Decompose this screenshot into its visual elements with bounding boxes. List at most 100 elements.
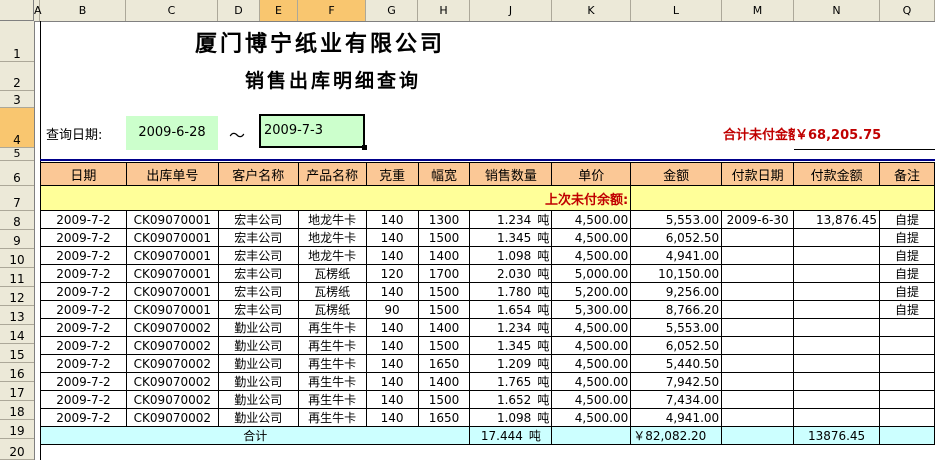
header-payment-date[interactable]: 付款日期 — [721, 162, 795, 186]
cell-amount[interactable]: 8,766.20 — [630, 300, 723, 319]
cell-unit-price[interactable]: 5,000.00 — [551, 264, 632, 283]
cell-note[interactable]: 自提 — [879, 264, 935, 283]
cell-date[interactable]: 2009-7-2 — [40, 408, 127, 427]
row-header-20[interactable]: 20 — [0, 439, 34, 460]
column-header-c[interactable]: C — [126, 0, 218, 21]
cell-date[interactable]: 2009-7-2 — [40, 282, 127, 301]
cell-quantity[interactable]: 1.765 吨 — [469, 372, 553, 391]
cell-payment-date[interactable] — [721, 408, 795, 427]
cell-payment-date[interactable] — [721, 228, 795, 247]
cell-note[interactable] — [879, 390, 935, 409]
row-header-8[interactable]: 8 — [0, 211, 34, 230]
cell-payment-amount[interactable] — [793, 228, 881, 247]
query-end-date-cell[interactable]: 2009-7-3 — [259, 114, 367, 150]
cell-payment-amount[interactable] — [793, 282, 881, 301]
cell-width[interactable]: 1500 — [417, 390, 471, 409]
cell-width[interactable]: 1650 — [417, 354, 471, 373]
cell-payment-date[interactable] — [721, 354, 795, 373]
row-header-17[interactable]: 17 — [0, 382, 34, 401]
cell-payment-date[interactable] — [721, 390, 795, 409]
header-amount[interactable]: 金额 — [630, 162, 723, 186]
cell-quantity[interactable]: 1.654 吨 — [469, 300, 553, 319]
cell-unit-price[interactable]: 4,500.00 — [551, 336, 632, 355]
cell-customer[interactable]: 勤业公司 — [217, 390, 299, 409]
cell-order-no[interactable]: CK09070001 — [125, 210, 219, 229]
cell-note[interactable]: 自提 — [879, 282, 935, 301]
cell-amount[interactable]: 10,150.00 — [630, 264, 723, 283]
row-header-9[interactable]: 9 — [0, 230, 34, 249]
previous-unpaid-value-cell[interactable] — [630, 185, 935, 211]
cell-order-no[interactable]: CK09070002 — [125, 408, 219, 427]
cell-order-no[interactable]: CK09070002 — [125, 390, 219, 409]
cell-unit-price[interactable]: 5,200.00 — [551, 282, 632, 301]
cell-unit-price[interactable]: 4,500.00 — [551, 246, 632, 265]
column-header-f[interactable]: F — [298, 0, 366, 21]
cell-payment-date[interactable] — [721, 372, 795, 391]
column-header-n[interactable]: N — [794, 0, 880, 21]
row-header-14[interactable]: 14 — [0, 325, 34, 344]
cell-payment-date[interactable] — [721, 282, 795, 301]
cell-unit-price[interactable]: 4,500.00 — [551, 390, 632, 409]
cell-note[interactable] — [879, 318, 935, 337]
header-order-no[interactable]: 出库单号 — [125, 162, 219, 186]
row-header-11[interactable]: 11 — [0, 268, 34, 287]
cell-order-no[interactable]: CK09070001 — [125, 246, 219, 265]
total-note-cell[interactable] — [879, 426, 935, 445]
cell-quantity[interactable]: 1.345 吨 — [469, 336, 553, 355]
cell-amount[interactable]: 6,052.50 — [630, 336, 723, 355]
cell-payment-date[interactable] — [721, 246, 795, 265]
total-payment-amount[interactable]: 13876.45 — [793, 426, 881, 445]
column-header-b[interactable]: B — [40, 0, 126, 21]
cell-customer[interactable]: 宏丰公司 — [217, 246, 299, 265]
cell-customer[interactable]: 宏丰公司 — [217, 282, 299, 301]
cell-gsm[interactable]: 140 — [365, 390, 419, 409]
cell-width[interactable]: 1700 — [417, 264, 471, 283]
cell-order-no[interactable]: CK09070001 — [125, 264, 219, 283]
row-header-19[interactable]: 19 — [0, 420, 34, 439]
row-header-7[interactable]: 7 — [0, 186, 34, 211]
cell-date[interactable]: 2009-7-2 — [40, 318, 127, 337]
header-gsm[interactable]: 克重 — [365, 162, 419, 186]
cell-unit-price[interactable]: 4,500.00 — [551, 354, 632, 373]
cell-date[interactable]: 2009-7-2 — [40, 228, 127, 247]
cell-note[interactable]: 自提 — [879, 228, 935, 247]
cell-gsm[interactable]: 140 — [365, 246, 419, 265]
cell-quantity[interactable]: 1.098 吨 — [469, 246, 553, 265]
cell-payment-amount[interactable] — [793, 318, 881, 337]
cell-date[interactable]: 2009-7-2 — [40, 390, 127, 409]
total-amount[interactable]: ￥82,082.20 — [630, 426, 723, 445]
row-header-16[interactable]: 16 — [0, 363, 34, 382]
cell-amount[interactable]: 5,553.00 — [630, 210, 723, 229]
total-label[interactable]: 合计 — [39, 426, 471, 445]
cell-width[interactable]: 1500 — [417, 300, 471, 319]
row-header-6[interactable]: 6 — [0, 161, 34, 186]
cell-quantity[interactable]: 1.098 吨 — [469, 408, 553, 427]
cell-payment-date[interactable] — [721, 336, 795, 355]
header-payment-amount[interactable]: 付款金额 — [793, 162, 881, 186]
column-header-m[interactable]: M — [722, 0, 794, 21]
cell-gsm[interactable]: 140 — [365, 372, 419, 391]
cell-date[interactable]: 2009-7-2 — [40, 264, 127, 283]
cell-amount[interactable]: 6,052.50 — [630, 228, 723, 247]
cell-payment-amount[interactable] — [793, 264, 881, 283]
cell-order-no[interactable]: CK09070001 — [125, 282, 219, 301]
cell-amount[interactable]: 9,256.00 — [630, 282, 723, 301]
row-header-1[interactable]: 1 — [0, 21, 34, 62]
column-header-d[interactable]: D — [218, 0, 260, 21]
total-price-cell[interactable] — [551, 426, 632, 445]
cell-product[interactable]: 地龙牛卡 — [297, 210, 367, 229]
cell-date[interactable]: 2009-7-2 — [40, 372, 127, 391]
cell-width[interactable]: 1300 — [417, 210, 471, 229]
column-header-q[interactable]: Q — [880, 0, 935, 21]
total-payment-date-cell[interactable] — [721, 426, 795, 445]
cell-payment-amount[interactable] — [793, 336, 881, 355]
cell-note[interactable] — [879, 336, 935, 355]
cell-note[interactable] — [879, 372, 935, 391]
cell-width[interactable]: 1500 — [417, 228, 471, 247]
cell-order-no[interactable]: CK09070002 — [125, 318, 219, 337]
cell-quantity[interactable]: 2.030 吨 — [469, 264, 553, 283]
row-header-2[interactable]: 2 — [0, 62, 34, 91]
header-quantity[interactable]: 销售数量 — [469, 162, 553, 186]
cell-date[interactable]: 2009-7-2 — [40, 300, 127, 319]
cell-customer[interactable]: 勤业公司 — [217, 318, 299, 337]
